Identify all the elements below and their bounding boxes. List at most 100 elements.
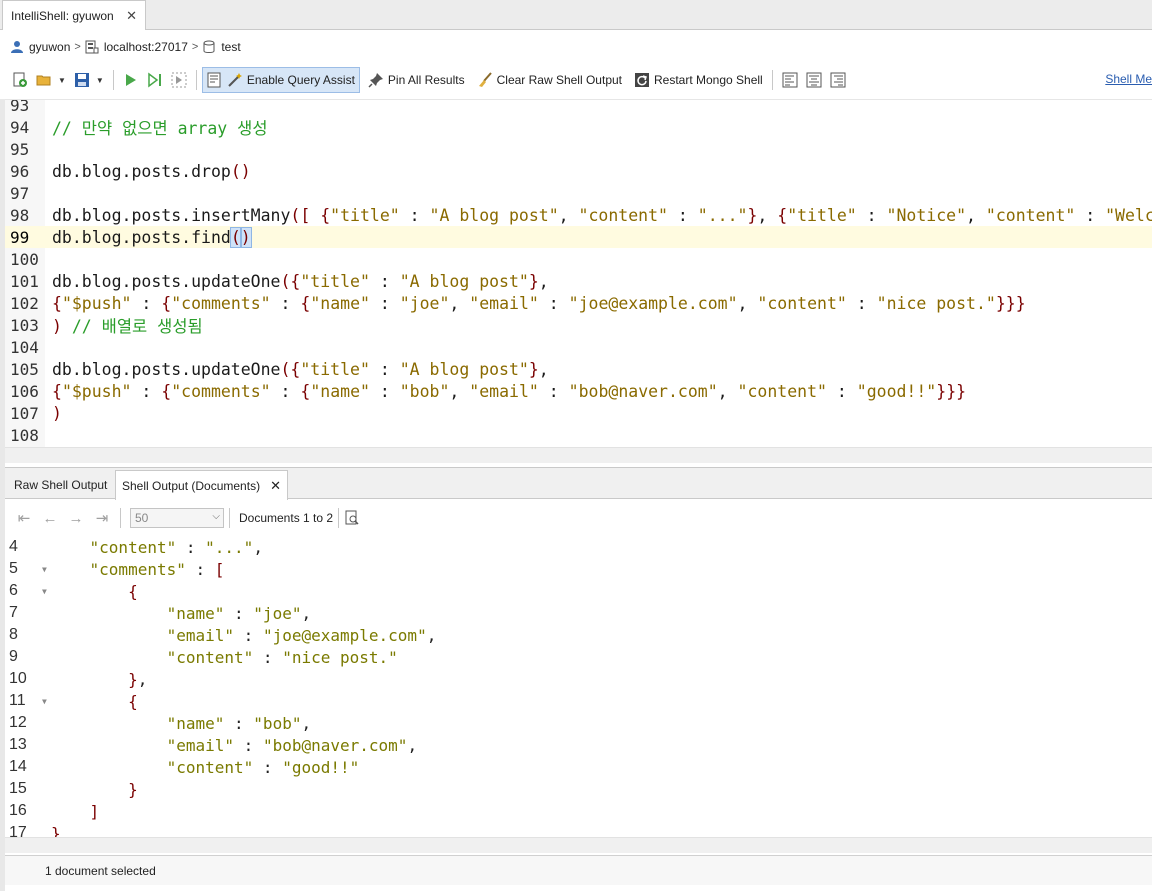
line-number: 107 (10, 403, 39, 423)
code-text[interactable]: db.blog.posts.find() (52, 226, 252, 248)
toolbar-divider (112, 70, 114, 90)
output-line[interactable]: 10 }, (5, 668, 1152, 690)
editor-line[interactable]: 95 (5, 138, 1152, 160)
toolbar-divider (771, 70, 773, 90)
output-line[interactable]: 8 "email" : "joe@example.com", (5, 624, 1152, 646)
breadcrumb-database[interactable]: test (221, 40, 240, 54)
format-center-button[interactable] (802, 67, 826, 93)
last-page-icon[interactable]: ⇥ (89, 509, 115, 527)
fold-toggle-icon[interactable]: ▼ (42, 587, 47, 596)
new-file-icon (13, 72, 27, 87)
output-line[interactable]: 6 ▼ { (5, 580, 1152, 602)
line-number: 10 (9, 670, 27, 687)
editor-line[interactable]: 101 db.blog.posts.updateOne({"title" : "A… (5, 270, 1152, 292)
editor-line[interactable]: 107) (5, 402, 1152, 424)
line-number: 14 (9, 758, 27, 775)
code-text[interactable]: {"$push" : {"comments" : {"name" : "bob"… (52, 382, 966, 401)
output-line[interactable]: 9 "content" : "nice post." (5, 646, 1152, 668)
enable-query-assist-label: Enable Query Assist (246, 73, 355, 87)
line-number: 105 (10, 359, 39, 379)
json-text: } (51, 823, 61, 838)
execute-current-button[interactable] (143, 67, 167, 93)
line-number: 102 (10, 293, 39, 313)
save-button[interactable]: ▼ (70, 67, 108, 93)
execute-all-button[interactable] (119, 67, 143, 93)
first-page-icon[interactable]: ⇤ (11, 509, 37, 527)
output-line[interactable]: 11 ▼ { (5, 690, 1152, 712)
output-line[interactable]: 5 ▼ "comments" : [ (5, 558, 1152, 580)
editor-line[interactable]: 108 (5, 424, 1152, 446)
next-page-icon[interactable]: → (63, 510, 89, 527)
restart-icon (635, 73, 649, 87)
enable-query-assist-button[interactable]: Enable Query Assist (201, 67, 360, 93)
output-horizontal-scrollbar[interactable] (5, 837, 1152, 853)
editor-line[interactable]: 98 db.blog.posts.insertMany([ {"title" : … (5, 204, 1152, 226)
editor-horizontal-scrollbar[interactable] (5, 447, 1152, 463)
breadcrumb-server[interactable]: localhost:27017 (104, 40, 188, 54)
editor-line[interactable]: 104 (5, 336, 1152, 358)
close-icon[interactable]: ✕ (126, 8, 137, 24)
page-size-select[interactable]: 50 ⌵ (130, 508, 224, 528)
document-output-viewer[interactable]: 4 "content" : "...", 5 ▼ "comments" : [6 ▼ … (5, 537, 1152, 837)
status-bar: 1 document selected (5, 855, 1152, 885)
new-script-button[interactable] (8, 67, 32, 93)
code-text[interactable]: {"$push" : {"comments" : {"name" : "joe"… (52, 294, 1026, 313)
open-file-button[interactable]: ▼ (32, 67, 70, 93)
output-line[interactable]: 15 } (5, 778, 1152, 800)
tab-raw-shell-output[interactable]: Raw Shell Output (7, 470, 114, 500)
output-line[interactable]: 7 "name" : "joe", (5, 602, 1152, 624)
line-number: 96 (10, 161, 30, 181)
editor-line[interactable]: 94 // 만약 없으면 array 생성 (5, 115, 1152, 139)
editor-line[interactable]: 96 db.blog.posts.drop() (5, 160, 1152, 182)
shell-menu-link[interactable]: Shell Me (1105, 72, 1152, 86)
pin-all-results-button[interactable]: Pin All Results (364, 67, 469, 93)
execute-selection-button[interactable] (167, 67, 191, 93)
code-text[interactable]: db.blog.posts.updateOne({"title" : "A bl… (52, 360, 549, 379)
code-text[interactable]: db.blog.posts.insertMany([ {"title" : "A… (52, 206, 1152, 225)
tab-shell-output-documents[interactable]: Shell Output (Documents) ✕ (115, 470, 288, 500)
selection-play-icon (171, 72, 187, 88)
breadcrumb-user[interactable]: gyuwon (29, 40, 70, 54)
code-text[interactable]: db.blog.posts.updateOne({"title" : "A bl… (52, 272, 549, 291)
restart-mongo-shell-button[interactable]: Restart Mongo Shell (630, 67, 767, 93)
format-left-button[interactable] (778, 67, 802, 93)
json-text: "email" : "joe@example.com", (166, 625, 437, 645)
line-number: 100 (10, 249, 39, 269)
clear-raw-shell-output-button[interactable]: Clear Raw Shell Output (473, 67, 626, 93)
code-text[interactable]: // 만약 없으면 array 생성 (52, 115, 268, 139)
line-number: 6 (9, 582, 18, 599)
fold-toggle-icon[interactable]: ▼ (42, 565, 47, 574)
editor-line[interactable]: 93 (5, 100, 1152, 116)
code-text[interactable]: ) // 배열로 생성됨 (52, 313, 203, 337)
output-line[interactable]: 14 "content" : "good!!" (5, 756, 1152, 778)
find-in-document-icon[interactable] (344, 510, 360, 526)
output-tab-strip: Raw Shell Output Shell Output (Documents… (5, 467, 1152, 500)
close-icon[interactable]: ✕ (270, 478, 281, 494)
editor-line[interactable]: 97 (5, 182, 1152, 204)
output-line[interactable]: 12 "name" : "bob", (5, 712, 1152, 734)
editor-line[interactable]: 106 {"$push" : {"comments" : {"name" : "b… (5, 380, 1152, 402)
intellishell-tab[interactable]: IntelliShell: gyuwon ✕ (2, 0, 146, 30)
editor-line[interactable]: 100 (5, 248, 1152, 270)
chevron-down-icon[interactable]: ▼ (58, 76, 66, 85)
editor-line[interactable]: 105 db.blog.posts.updateOne({"title" : "A… (5, 358, 1152, 380)
chevron-down-icon: ⌵ (212, 511, 220, 522)
editor-line[interactable]: 99 db.blog.posts.find() (5, 226, 1152, 248)
output-line[interactable]: 16 ] (5, 800, 1152, 822)
previous-page-icon[interactable]: ← (37, 510, 63, 527)
line-number: 7 (9, 604, 18, 621)
text-align-right-icon (830, 72, 846, 88)
code-text[interactable]: ) (52, 404, 62, 423)
format-right-button[interactable] (826, 67, 850, 93)
output-line[interactable]: 4 "content" : "...", (5, 537, 1152, 558)
editor-line[interactable]: 102 {"$push" : {"comments" : {"name" : "j… (5, 292, 1152, 314)
chevron-down-icon[interactable]: ▼ (96, 76, 104, 85)
code-text[interactable]: db.blog.posts.drop() (52, 162, 251, 181)
output-line[interactable]: 17} (5, 822, 1152, 838)
fold-toggle-icon[interactable]: ▼ (42, 697, 47, 706)
line-number: 103 (10, 315, 39, 335)
editor-line[interactable]: 103 ) // 배열로 생성됨 (5, 313, 1152, 337)
script-editor[interactable]: 93 94 // 만약 없으면 array 생성 95 96 db.blog.posts.… (5, 99, 1152, 447)
output-line[interactable]: 13 "email" : "bob@naver.com", (5, 734, 1152, 756)
line-number: 16 (9, 802, 27, 819)
